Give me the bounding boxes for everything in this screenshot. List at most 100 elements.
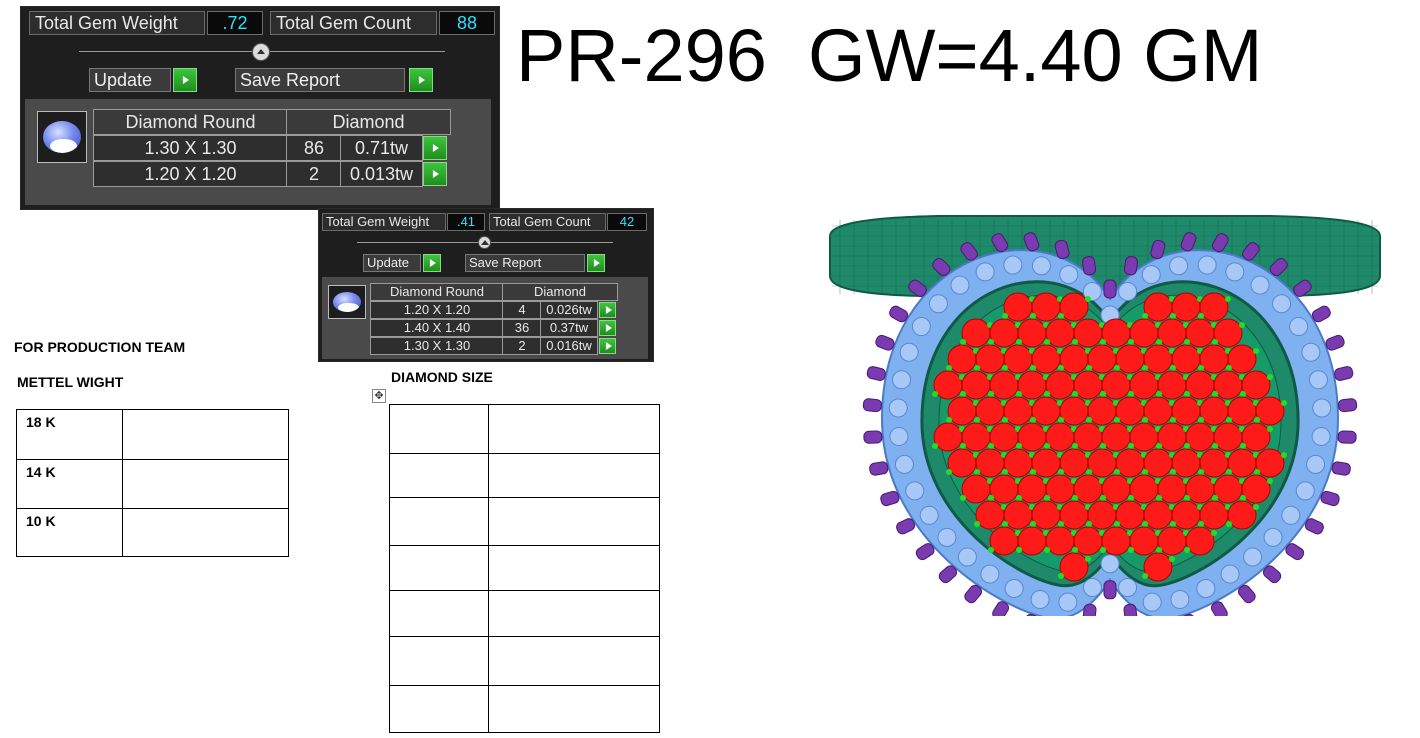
halo-prong (862, 398, 882, 413)
save-report-dropdown[interactable]: Save Report (235, 68, 405, 92)
accent-prong (1058, 573, 1064, 579)
table-cell-weight: 0.37tw (540, 319, 598, 337)
collapse-knob-icon[interactable] (478, 236, 491, 249)
table-cell[interactable] (389, 685, 489, 733)
row-go-button[interactable] (599, 302, 616, 318)
center-stone (1003, 344, 1033, 374)
table-row (389, 497, 661, 546)
accent-prong (1212, 495, 1218, 501)
accent-prong (1086, 521, 1092, 527)
table-cell[interactable] (487, 404, 661, 454)
center-stone (1101, 422, 1131, 452)
center-stone (1073, 422, 1103, 452)
table-cell[interactable] (487, 453, 661, 498)
accent-prong (1142, 469, 1148, 475)
center-stone (1017, 318, 1047, 348)
metal-karat-cell[interactable]: 10 K (16, 508, 123, 557)
accent-prong (1198, 521, 1204, 527)
table-cell-size: 1.20 X 1.20 (370, 301, 504, 319)
center-stone (1157, 526, 1187, 556)
center-stone (1255, 448, 1285, 478)
table-cell[interactable] (487, 545, 661, 591)
table-cell[interactable] (487, 685, 661, 733)
table-cell-size: 1.20 X 1.20 (93, 161, 288, 187)
center-stone (947, 344, 977, 374)
metal-karat-cell[interactable]: 14 K (16, 459, 123, 509)
update-go-button[interactable] (423, 254, 441, 272)
move-arrows-icon[interactable]: ✥ (372, 389, 386, 403)
update-go-button[interactable] (173, 68, 197, 92)
row-go-button[interactable] (423, 162, 447, 186)
accent-prong (1128, 339, 1134, 345)
row-go-button[interactable] (599, 320, 616, 336)
total-gem-weight-label: Total Gem Weight (322, 213, 446, 231)
accent-prong (988, 547, 994, 553)
table-cell-size: 1.30 X 1.30 (370, 337, 504, 355)
table-cell[interactable] (389, 590, 489, 637)
row-go-button[interactable] (423, 136, 447, 160)
table-cell[interactable] (389, 497, 489, 546)
center-stone (1017, 370, 1047, 400)
center-stone (961, 422, 991, 452)
center-stone (1003, 448, 1033, 478)
accent-prong (1114, 521, 1120, 527)
table-cell[interactable] (389, 453, 489, 498)
metal-weight-table: 18 K 14 K 10 K (16, 409, 289, 557)
center-stone (1129, 422, 1159, 452)
save-report-go-button[interactable] (587, 254, 605, 272)
table-cell[interactable] (389, 636, 489, 686)
halo-stone (1118, 578, 1138, 598)
metal-weight-cell[interactable] (122, 508, 289, 557)
center-stone (1115, 500, 1145, 530)
center-stone (1157, 370, 1187, 400)
table-cell[interactable] (389, 545, 489, 591)
halo-prong (1082, 256, 1097, 276)
halo-stone (1312, 398, 1332, 418)
center-stone (1171, 292, 1201, 322)
center-stone (961, 370, 991, 400)
center-stone (1073, 370, 1103, 400)
halo-stone (1142, 592, 1162, 612)
table-cell[interactable] (487, 497, 661, 546)
row-go-button[interactable] (599, 338, 616, 354)
total-gem-count-label: Total Gem Count (270, 11, 437, 35)
center-stone (975, 448, 1005, 478)
center-stone (1199, 396, 1229, 426)
accent-prong (1072, 339, 1078, 345)
collapse-knob-icon[interactable] (252, 43, 270, 61)
accent-prong (960, 391, 966, 397)
save-report-dropdown[interactable]: Save Report (465, 254, 585, 272)
accent-prong (988, 495, 994, 501)
table-header-type: Diamond (502, 283, 618, 301)
accent-prong (1142, 521, 1148, 527)
center-stone (1171, 500, 1201, 530)
table-cell[interactable] (487, 636, 661, 686)
center-stone (1143, 500, 1173, 530)
center-stone (1157, 318, 1187, 348)
accent-prong (1002, 417, 1008, 423)
halo-stone (1058, 592, 1078, 612)
accent-prong (1058, 365, 1064, 371)
accent-prong (1016, 495, 1022, 501)
save-report-go-button[interactable] (409, 68, 433, 92)
metal-karat-cell[interactable]: 18 K (16, 409, 123, 460)
halo-stone (1141, 265, 1161, 285)
center-stone (1073, 526, 1103, 556)
table-cell[interactable] (389, 404, 489, 454)
accent-prong (1044, 547, 1050, 553)
accent-prong (1128, 547, 1134, 553)
table-header-shape: Diamond Round (370, 283, 504, 301)
metal-weight-cell[interactable] (122, 409, 289, 460)
center-stone (1031, 344, 1061, 374)
accent-prong (1212, 339, 1218, 345)
halo-stone (1197, 255, 1217, 275)
center-stone (1059, 292, 1089, 322)
table-row (389, 636, 661, 686)
update-dropdown[interactable]: Update (363, 254, 421, 272)
metal-weight-cell[interactable] (122, 459, 289, 509)
center-stone (1017, 422, 1047, 452)
table-cell[interactable] (487, 590, 661, 637)
accent-prong (1281, 400, 1287, 406)
accent-prong (1267, 478, 1273, 484)
update-dropdown[interactable]: Update (89, 68, 171, 92)
